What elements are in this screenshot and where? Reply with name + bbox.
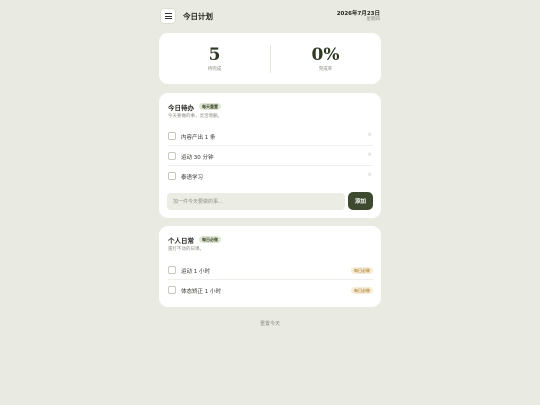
daily-item: 体态矫正 1 小时 每日必做 (168, 280, 373, 300)
todo-checkbox[interactable] (168, 172, 176, 180)
daily-badge: 每日必做 (199, 236, 221, 243)
daily-checkbox[interactable] (168, 266, 176, 274)
daily-title: 个人日常 (168, 237, 194, 245)
add-button[interactable]: 添加 (348, 192, 373, 210)
todo-checkbox[interactable] (168, 152, 176, 160)
stat-pending-value: 5 (208, 45, 221, 65)
reset-today-link[interactable]: 重置今天 (159, 320, 381, 327)
stat-pending: 5 待完成 (159, 33, 270, 84)
page-title: 今日计划 (183, 12, 213, 21)
weekday-text: 星期四 (366, 17, 381, 22)
daily-tag: 每日必做 (351, 287, 373, 294)
daily-subtitle: 雷打不动的日课。 (168, 247, 204, 252)
delete-icon[interactable]: × (367, 152, 372, 158)
new-todo-input[interactable] (167, 193, 345, 210)
daily-item-label: 体态矫正 1 小时 (181, 289, 221, 295)
daily-tag: 每日必做 (351, 267, 373, 274)
stat-rate-value: 0% (311, 45, 340, 65)
todo-checkbox[interactable] (168, 132, 176, 140)
stat-pending-label: 待完成 (207, 67, 222, 72)
todo-card: 今日待办 每天重置 今天要做的事，灵活增删。 内容产出 1 条 × 运动 30 … (159, 93, 381, 218)
todo-badge: 每天重置 (199, 103, 221, 110)
todo-item-label: 内容产出 1 条 (181, 135, 216, 141)
todo-subtitle: 今天要做的事，灵活增删。 (168, 114, 222, 119)
delete-icon[interactable]: × (367, 172, 372, 178)
stats-card: 5 待完成 0% 完成率 (159, 33, 381, 84)
app-container: 今日计划 2026年7月23日 星期四 5 待完成 0% 完成率 今日待办 每天… (159, 0, 381, 327)
todo-title: 今日待办 (168, 104, 194, 112)
daily-checkbox[interactable] (168, 286, 176, 294)
header: 今日计划 2026年7月23日 星期四 (159, 0, 381, 32)
menu-icon[interactable] (160, 8, 176, 24)
todo-item: 内容产出 1 条 × (168, 126, 373, 146)
daily-item-label: 运动 1 小时 (181, 269, 210, 275)
daily-card: 个人日常 每日必做 雷打不动的日课。 运动 1 小时 每日必做 体态矫正 1 小… (159, 226, 381, 307)
todo-item-label: 运动 30 分钟 (181, 155, 214, 161)
todo-item: 运动 30 分钟 × (168, 146, 373, 166)
stat-rate-label: 完成率 (318, 67, 333, 72)
delete-icon[interactable]: × (367, 132, 372, 138)
todo-item-label: 泰语学习 (181, 175, 204, 181)
daily-item: 运动 1 小时 每日必做 (168, 260, 373, 280)
todo-item: 泰语学习 × (168, 166, 373, 186)
stat-rate: 0% 完成率 (270, 33, 381, 84)
